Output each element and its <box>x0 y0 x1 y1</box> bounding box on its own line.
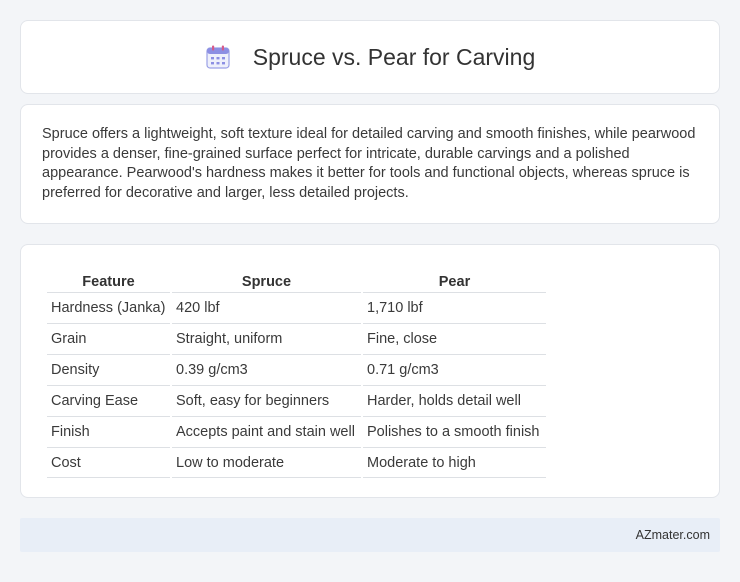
table-row: Grain Straight, uniform Fine, close <box>47 323 546 354</box>
table-row: Hardness (Janka) 420 lbf 1,710 lbf <box>47 292 546 323</box>
header-feature: Feature <box>82 274 135 290</box>
feature-cell: Cost <box>47 447 170 478</box>
feature-cell: Hardness (Janka) <box>47 292 170 323</box>
pear-cell: Polishes to a smooth finish <box>363 416 546 447</box>
table-row: Density 0.39 g/cm3 0.71 g/cm3 <box>47 354 546 385</box>
feature-cell: Density <box>47 354 170 385</box>
summary-text: Spruce offers a lightweight, soft textur… <box>42 126 696 201</box>
feature-cell: Finish <box>47 416 170 447</box>
table-row: Carving Ease Soft, easy for beginners Ha… <box>47 385 546 416</box>
table-row: Cost Low to moderate Moderate to high <box>47 447 546 478</box>
footer-brand-link[interactable]: AZmater.com <box>636 528 710 542</box>
pear-cell: Moderate to high <box>363 447 546 478</box>
header-spruce: Spruce <box>241 274 292 290</box>
footer: AZmater.com <box>20 518 720 552</box>
spruce-cell: 0.39 g/cm3 <box>172 354 361 385</box>
spruce-cell: Straight, uniform <box>172 323 361 354</box>
feature-cell: Grain <box>47 323 170 354</box>
spruce-cell: Low to moderate <box>172 447 361 478</box>
pear-cell: 1,710 lbf <box>363 292 546 323</box>
pear-cell: Harder, holds detail well <box>363 385 546 416</box>
table-row: Finish Accepts paint and stain well Poli… <box>47 416 546 447</box>
summary-card: Spruce offers a lightweight, soft textur… <box>20 104 720 224</box>
pear-cell: 0.71 g/cm3 <box>363 354 546 385</box>
page-title: Spruce vs. Pear for Carving <box>252 43 536 70</box>
spruce-cell: Accepts paint and stain well <box>172 416 361 447</box>
table-header-row: Feature Spruce Pear <box>47 265 546 292</box>
pear-cell: Fine, close <box>363 323 546 354</box>
calendar-icon <box>205 44 231 70</box>
title-card: Spruce vs. Pear for Carving <box>20 20 720 94</box>
feature-cell: Carving Ease <box>47 385 170 416</box>
spruce-cell: Soft, easy for beginners <box>172 385 361 416</box>
spruce-cell: 420 lbf <box>172 292 361 323</box>
header-pear: Pear <box>438 274 471 290</box>
comparison-table: Feature Spruce Pear Hardness (Janka) 420… <box>45 265 548 478</box>
comparison-table-card: Feature Spruce Pear Hardness (Janka) 420… <box>20 244 720 498</box>
